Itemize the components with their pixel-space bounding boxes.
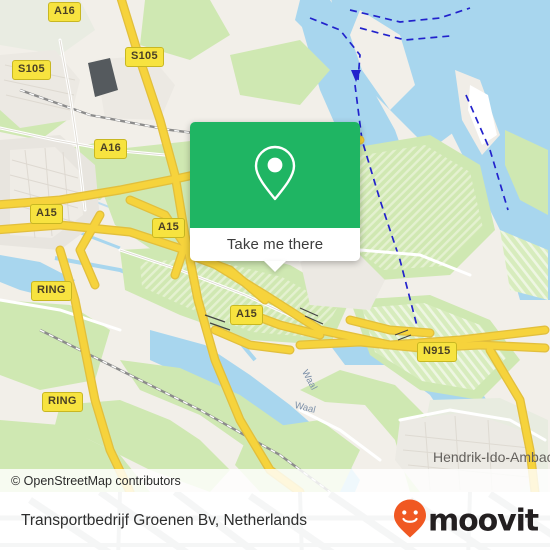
road-shield-a15-center: A15	[152, 218, 186, 238]
popup-card-header	[190, 122, 360, 228]
popup-pointer	[264, 261, 286, 272]
moovit-pin-icon	[393, 499, 427, 544]
road-shield-ring-north: RING	[31, 281, 72, 301]
popup-card-action[interactable]: Take me there	[190, 228, 360, 272]
moovit-wordmark: moovit	[427, 503, 539, 538]
map-pin-icon	[252, 144, 298, 207]
road-shield-ring-south: RING	[42, 392, 83, 412]
location-title: Transportbedrijf Groenen Bv, Netherlands	[21, 512, 308, 529]
place-label-hendrik-ido-ambacht: Hendrik-Ido-Ambacht	[433, 449, 550, 465]
road-shield-a15-west: A15	[30, 204, 64, 224]
take-me-there-label: Take me there	[226, 236, 324, 253]
moovit-logo[interactable]: moovit	[393, 499, 539, 544]
map-screenshot: A16 S105 S105 A16 A15 A15 A15 RING RING …	[0, 0, 550, 550]
location-popup-card[interactable]: Take me there	[190, 122, 360, 272]
road-shield-s105-east: S105	[125, 47, 164, 67]
road-shield-a16-south: A16	[94, 139, 128, 159]
road-shield-n915: N915	[417, 342, 457, 362]
osm-attribution-text: © OpenStreetMap contributors	[11, 473, 181, 488]
road-shield-a16-north: A16	[48, 2, 82, 22]
osm-attribution[interactable]: © OpenStreetMap contributors	[0, 469, 550, 492]
road-shield-s105-west: S105	[12, 60, 51, 80]
road-shield-a15-east: A15	[230, 305, 264, 325]
footer-bar: Transportbedrijf Groenen Bv, Netherlands…	[0, 492, 550, 550]
